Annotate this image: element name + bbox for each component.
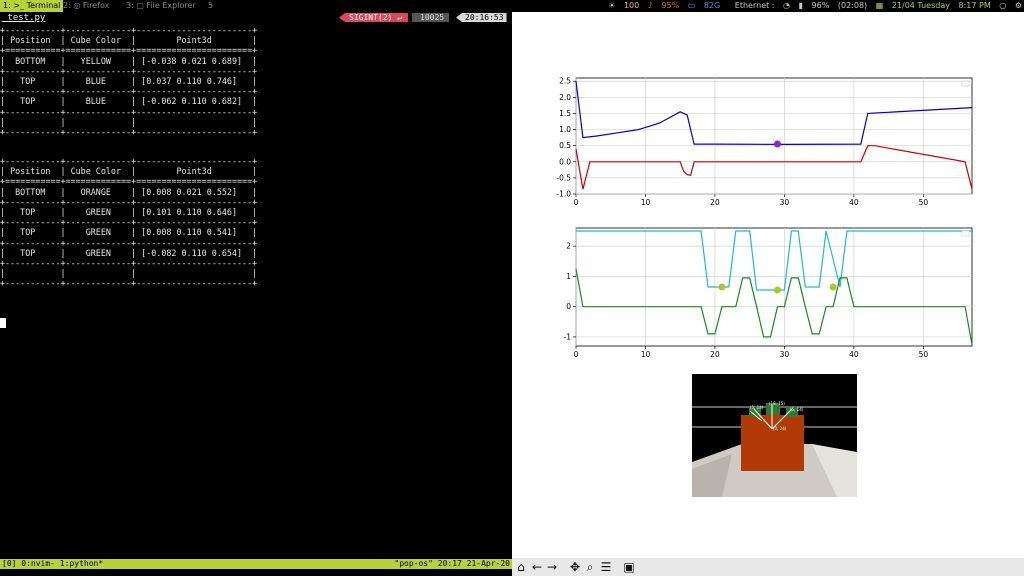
y-tick-label: -1.0 [556,190,571,199]
plot-area [575,77,973,195]
tmux-status-bar: [0] 0:nvim- 1:python* "pop-os" 20:17 21-… [0,559,512,569]
camera-label: (18, 15) [769,401,785,406]
top-status-bar: 1: >_ Terminal 2: ◎ Firefox 3: ▢ File Ex… [0,0,1024,12]
marker-point [718,283,726,291]
x-tick-label: 40 [849,198,859,207]
x-tick-label: 30 [780,350,790,359]
y-tick-label: -0.5 [556,173,571,182]
marker-point [773,140,781,148]
current-filename: _test.py [2,13,46,23]
matplotlib-figure: 0 10 20 30 40 50 -1.0 -0.5 0.0 0.5 1.0 1.5 2.0 2.5 01… [512,12,1024,558]
terminal-cursor[interactable] [0,318,6,328]
disk-indicator: ▭ 82G [687,1,721,10]
legend-box [961,80,970,87]
pan-icon[interactable]: ✥ [568,560,582,574]
y-tick-label: 0.5 [559,141,571,150]
x-tick-label: 30 [780,198,790,207]
network-label: Ethernet : [734,1,775,10]
status-indicators: ☀ 100 ♪ 95% ▭ 82G Ethernet : ◔ ▮ 96% (02… [602,0,1024,12]
camera-label: (5, 14) [790,407,804,412]
network-icon: ◔ [783,1,791,10]
brightness-value: 100 [623,1,640,10]
x-tick-label: 50 [919,198,929,207]
plot-toolbar: ⌂ ← → ✥ ⌕ ☰ ▣ [512,558,1024,576]
marker-point [773,286,781,294]
forward-icon[interactable]: → [545,560,559,574]
terminal-pane[interactable]: _test.py SIGINT(2) ↵ 10025 20:16:53 +---… [0,12,512,564]
battery-indicator: ▮ 96% (02:08) [798,1,868,10]
volume-indicator: ♪ 95% [647,1,680,10]
x-tick-label: 40 [849,350,859,359]
configure-icon[interactable]: ☰ [599,560,613,574]
zoom-icon[interactable]: ⌕ [583,560,597,574]
plot-area [575,227,973,347]
x-tick-label: 20 [710,350,720,359]
y-tick-label: 1 [566,272,571,281]
y-tick-label: 2.5 [559,77,571,86]
pid-badge: 10025 [412,13,450,22]
workspace-firefox[interactable]: 2: ◎ Firefox [63,0,109,12]
workspace-5[interactable]: 5 [208,0,213,12]
marker-point [829,283,837,291]
date-indicator: ▦ 21/04 Tuesday [875,1,950,10]
y-tick-label: -1 [564,332,572,341]
date-value: 21/04 Tuesday [891,1,950,10]
workspace-file-explorer[interactable]: 3: ▢ File Explorer [126,0,196,12]
disk-value: 82G [703,1,721,10]
save-icon[interactable]: ▣ [622,560,636,574]
camera-label: (5, 14) [750,405,764,410]
camera-label: (0, 24) [773,426,787,431]
sigint-badge: SIGINT(2) ↵ [339,13,408,22]
settings-icon[interactable]: ⚙ [1015,1,1022,10]
x-tick-label: 10 [641,350,651,359]
battery-value: 96% [811,1,830,10]
x-tick-label: 50 [919,350,929,359]
legend-box [961,230,970,237]
back-icon[interactable]: ← [530,560,544,574]
time-value: 8:17 PM [958,1,991,10]
camera-image: (18, 15) (5, 14) (5, 14) (0, 24) [692,374,857,497]
volume-value: 95% [661,1,680,10]
y-tick-label: 1.5 [559,109,571,118]
y-tick-label: 0 [566,302,571,311]
prompt-clock: 20:16:53 [456,13,507,22]
prompt-status-row: _test.py SIGINT(2) ↵ 10025 20:16:53 [0,12,512,23]
x-tick-label: 10 [641,198,651,207]
home-icon[interactable]: ⌂ [514,560,528,574]
x-tick-label: 20 [710,198,720,207]
brightness-indicator: ☀ 100 [608,1,640,10]
y-tick-label: 1.0 [559,125,571,134]
bottom-line-plot: 0 10 20 30 40 50-1012 [564,227,973,359]
cube-table-2: +-----------+-------------+-------------… [0,156,258,289]
y-tick-label: 2 [566,242,571,251]
workspace-terminal[interactable]: 1: >_ Terminal [0,0,64,12]
network-indicator: Ethernet : ◔ [729,1,790,10]
x-tick-label: 0 [574,350,579,359]
location-icon: ○ [999,1,1007,10]
y-tick-label: 2.0 [559,93,571,102]
battery-time: (02:08) [837,1,868,10]
x-tick-label: 0 [574,198,579,207]
tmux-windows[interactable]: [0] 0:nvim- 1:python* [2,559,103,569]
y-tick-label: 0.0 [559,157,571,166]
tmux-host-time: "pop-os" 20:17 21-Apr-20 [394,559,510,568]
cube-table-1: +-----------+-------------+-------------… [0,25,258,138]
